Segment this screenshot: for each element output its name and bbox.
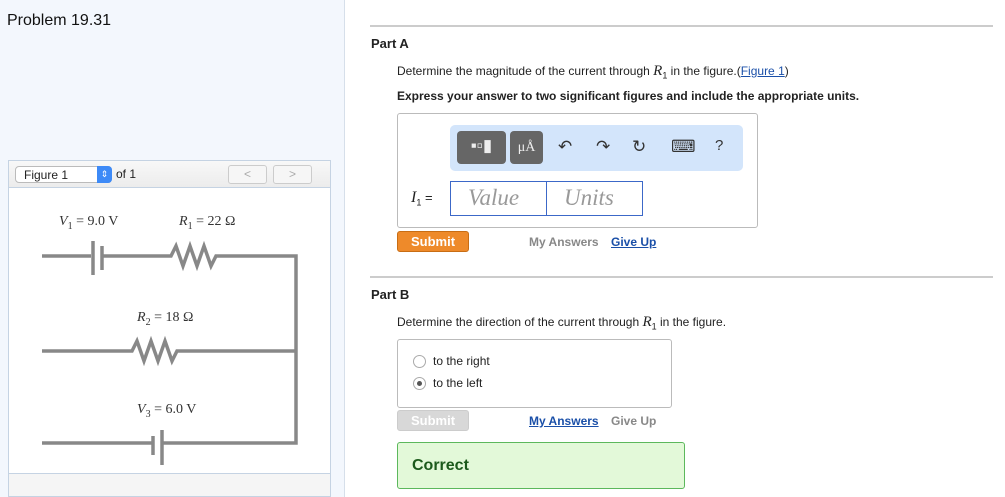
battery-v3 (151, 430, 164, 465)
next-figure-button[interactable]: > (273, 165, 312, 184)
correct-feedback: Correct (397, 442, 685, 489)
math-toolbar: ▪▫▮ μÅ ↶ ↷ ↻ ⌨ ? (450, 125, 743, 171)
left-panel: Problem 19.31 Figure 1 ⇕ of 1 < > V1 = 9.… (0, 0, 345, 497)
give-up-link: Give Up (611, 414, 657, 428)
radio-selected-dot (417, 381, 422, 386)
divider (370, 276, 993, 278)
keyboard-icon[interactable]: ⌨ (671, 137, 696, 157)
template-button[interactable]: ▪▫▮ (457, 131, 506, 164)
reset-icon[interactable]: ↻ (632, 137, 646, 157)
figure-select-value: Figure 1 (24, 168, 69, 182)
give-up-link[interactable]: Give Up (611, 235, 656, 249)
v3-label: V3 = 6.0 V (137, 402, 196, 420)
submit-button-disabled: Submit (397, 410, 469, 431)
answer-variable: I1 = (411, 189, 433, 208)
options-box: to the right to the left (397, 339, 672, 408)
value-input[interactable]: Value (450, 181, 547, 216)
figure-link[interactable]: Figure 1 (741, 64, 785, 78)
part-b-question: Determine the direction of the current t… (397, 314, 727, 332)
my-answers-link[interactable]: My Answers (529, 414, 599, 428)
divider (370, 25, 993, 27)
v1-label: V1 = 9.0 V (59, 214, 118, 232)
option-label: to the right (433, 354, 490, 368)
part-a-question: Determine the magnitude of the current t… (397, 63, 789, 81)
figure-header: Figure 1 ⇕ of 1 < > (9, 161, 330, 188)
figure-select[interactable]: Figure 1 ⇕ (15, 166, 112, 183)
part-a-title: Part A (371, 36, 409, 51)
redo-icon[interactable]: ↷ (596, 137, 610, 157)
part-b-title: Part B (371, 287, 410, 302)
r2-label: R2 = 18 Ω (136, 310, 193, 328)
r1-label: R1 = 22 Ω (178, 214, 235, 232)
option-label: to the left (433, 376, 483, 390)
resistor-r2 (42, 335, 296, 367)
radio-to-the-right[interactable] (413, 355, 426, 368)
select-arrows-icon: ⇕ (97, 166, 112, 183)
help-icon[interactable]: ? (715, 137, 723, 154)
figure-count: of 1 (116, 167, 137, 181)
my-answers-link[interactable]: My Answers (529, 235, 599, 249)
submit-button[interactable]: Submit (397, 231, 469, 252)
circuit-diagram: V1 = 9.0 V R1 = 22 Ω R2 = 18 Ω V3 = 6.0 … (42, 214, 298, 465)
battery-v1 (91, 241, 104, 275)
part-a-instruction: Express your answer to two significant f… (397, 89, 860, 103)
units-input[interactable]: Units (546, 181, 643, 216)
prev-figure-button[interactable]: < (228, 165, 267, 184)
answer-box: ▪▫▮ μÅ ↶ ↷ ↻ ⌨ ? I1 = Value Units (397, 113, 758, 228)
undo-icon[interactable]: ↶ (558, 137, 572, 157)
fraction-template-icon: ▪▫▮ (470, 136, 493, 155)
figure-footer (9, 473, 330, 496)
radio-to-the-left[interactable] (413, 377, 426, 390)
figure-panel: Figure 1 ⇕ of 1 < > V1 = 9.0 V R1 = 22 Ω … (8, 160, 331, 497)
units-button[interactable]: μÅ (510, 131, 543, 164)
problem-title: Problem 19.31 (7, 12, 112, 29)
